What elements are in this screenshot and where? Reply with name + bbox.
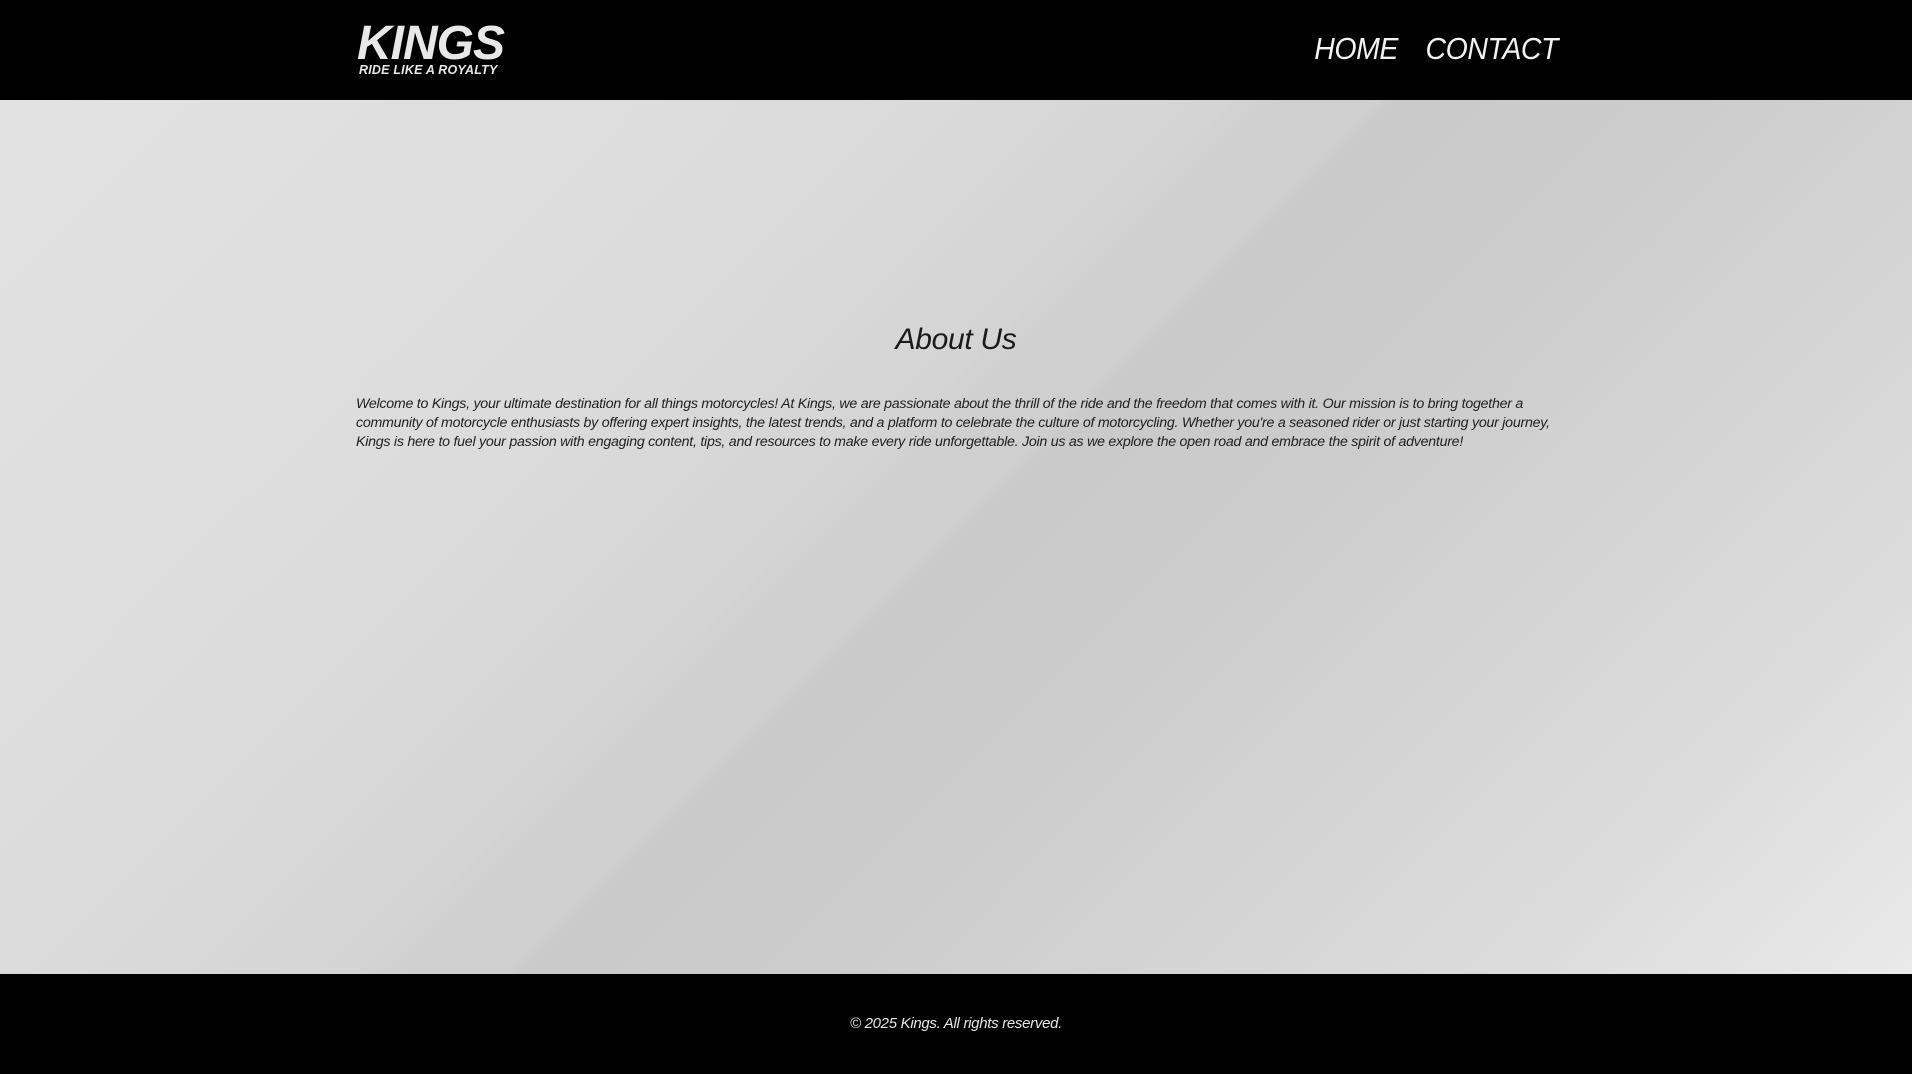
about-paragraph: Welcome to Kings, your ultimate destinat… — [356, 396, 1550, 450]
site-header: KINGS RIDE LIKE A ROYALTY HOME CONTACT — [0, 0, 1912, 100]
main-nav: HOME CONTACT — [1307, 30, 1558, 68]
copyright-text: © 2025 Kings. All rights reserved. — [849, 1015, 1063, 1032]
site-footer: © 2025 Kings. All rights reserved. — [0, 974, 1912, 1074]
logo-wordmark: KINGS — [357, 17, 505, 70]
nav-link-contact[interactable]: CONTACT — [1425, 30, 1558, 68]
about-section: About Us Welcome to Kings, your ultimate… — [0, 100, 1912, 974]
nav-link-home[interactable]: HOME — [1314, 30, 1398, 68]
page-title: About Us — [895, 323, 1017, 356]
kings-logo[interactable]: KINGS RIDE LIKE A ROYALTY — [357, 20, 507, 78]
logo-tagline: RIDE LIKE A ROYALTY — [359, 63, 498, 77]
